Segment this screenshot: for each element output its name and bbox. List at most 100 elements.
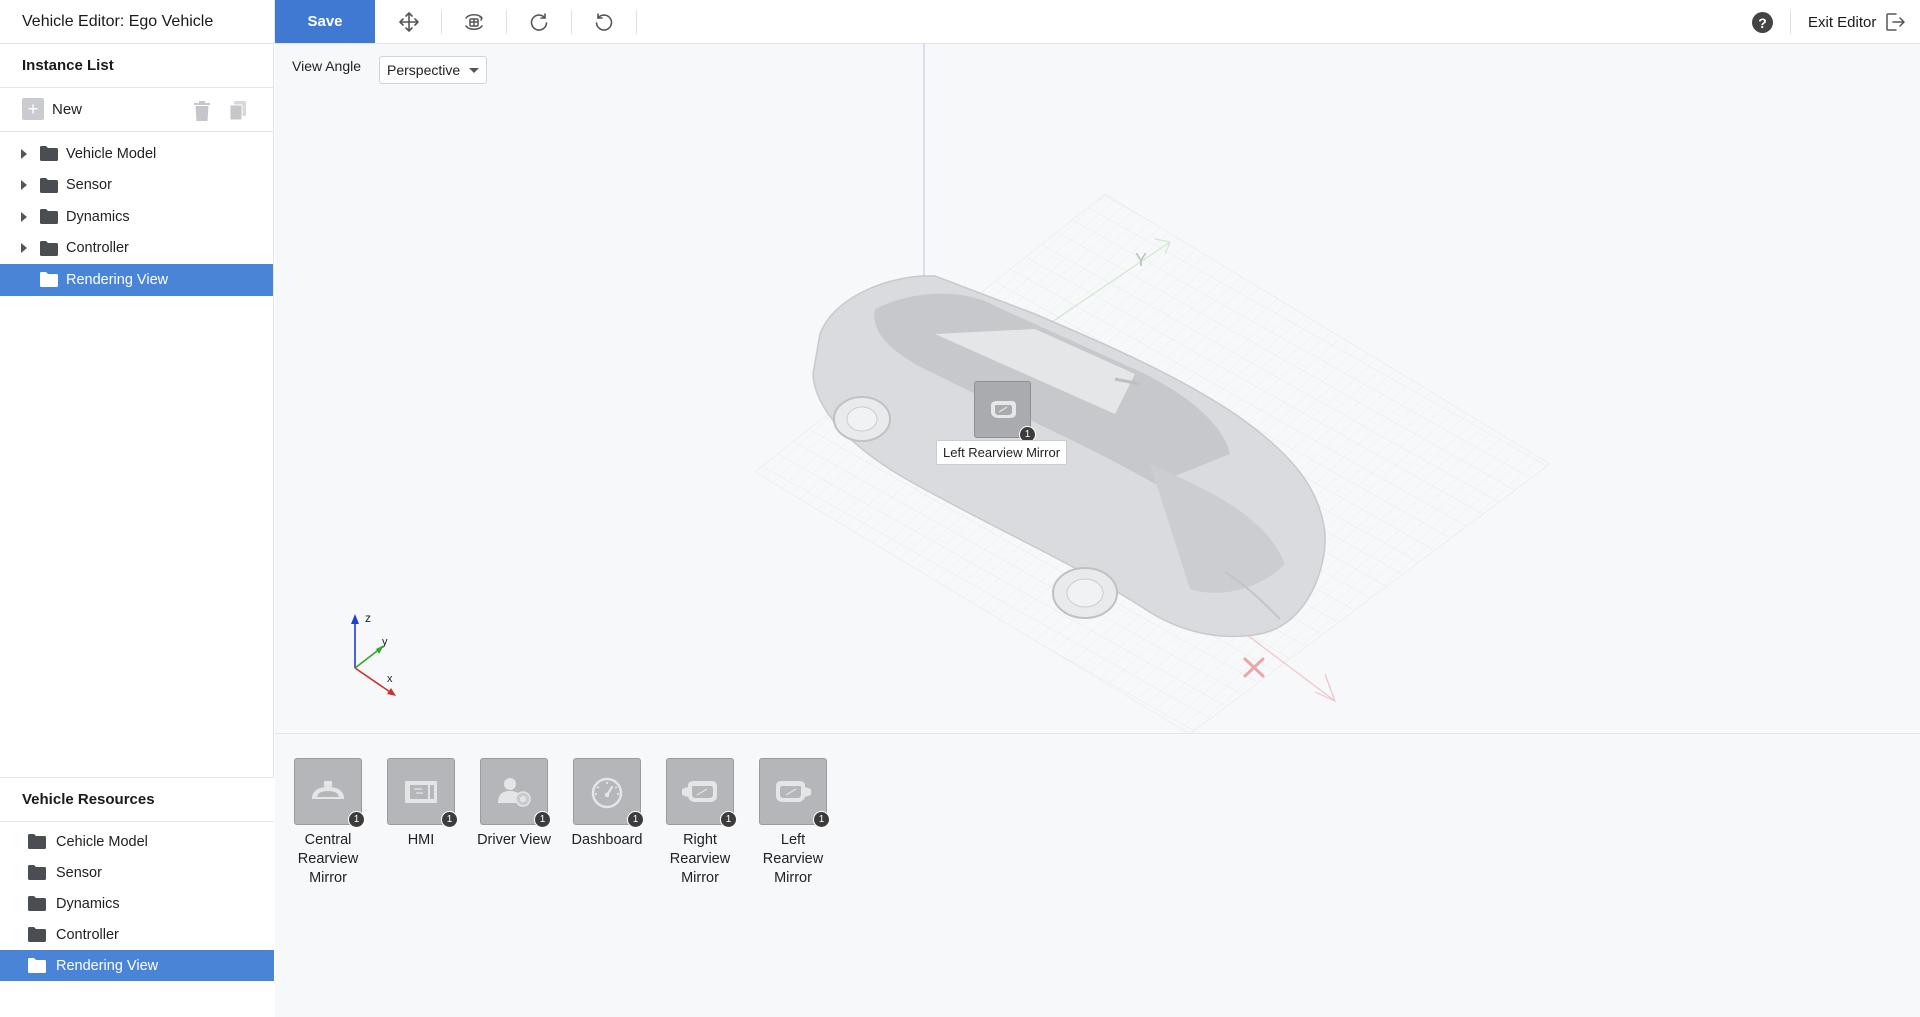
- resource-item-controller[interactable]: Controller: [0, 919, 274, 950]
- instance-count-badge: 1: [627, 811, 644, 828]
- move-tool-button[interactable]: [393, 7, 425, 37]
- new-label: New: [52, 100, 83, 118]
- resource-category-list: Cehicle Model Sensor Dynamics Controller…: [0, 822, 274, 981]
- resource-tile-driver-view[interactable]: 1 Driver View: [474, 758, 554, 850]
- tree-item-label: Controller: [66, 240, 129, 257]
- redo-button[interactable]: [523, 7, 555, 37]
- resource-item-vehicle-model[interactable]: Cehicle Model: [0, 826, 274, 857]
- trash-icon[interactable]: [192, 100, 212, 122]
- folder-icon: [40, 272, 58, 288]
- resource-tile-hmi[interactable]: 1 HMI: [381, 758, 461, 850]
- tree-item-label: Dynamics: [66, 208, 130, 225]
- resource-tile-icon-box: 1: [666, 758, 737, 828]
- resource-tile-label: Right Rearview Mirror: [669, 832, 731, 886]
- rotate-3d-icon: [465, 14, 483, 30]
- top-toolbar: Vehicle Editor: Ego Vehicle Save ? Exit …: [0, 0, 1920, 44]
- resource-tile-label: HMI: [407, 832, 435, 848]
- instance-count-badge: 1: [813, 811, 830, 828]
- exit-editor-button[interactable]: Exit Editor: [1808, 0, 1906, 44]
- redo-icon: [530, 13, 548, 31]
- resource-tile-right-rearview-mirror[interactable]: 1 Right Rearview Mirror: [660, 758, 740, 888]
- exit-icon: [1886, 13, 1906, 31]
- caret-right-icon[interactable]: [20, 148, 34, 159]
- resource-item-label: Cehicle Model: [56, 833, 148, 850]
- folder-icon: [28, 834, 46, 849]
- dashboard-icon: [591, 777, 623, 808]
- 3d-viewport[interactable]: Y z y x View Angle Perspective 1 Left Re…: [275, 44, 1920, 733]
- new-button[interactable]: + New: [22, 98, 82, 120]
- caret-right-icon[interactable]: [20, 180, 34, 191]
- divider: [571, 10, 572, 34]
- resource-item-label: Rendering View: [56, 957, 159, 974]
- left-mirror-icon: [776, 780, 811, 802]
- resource-item-dynamics[interactable]: Dynamics: [0, 888, 274, 919]
- folder-icon: [28, 865, 46, 880]
- help-icon[interactable]: ?: [1752, 12, 1773, 33]
- tree-item-dynamics[interactable]: Dynamics: [0, 201, 273, 233]
- plus-icon: +: [22, 98, 44, 120]
- vehicle-resources-title: Vehicle Resources: [0, 778, 274, 822]
- save-button[interactable]: Save: [275, 0, 375, 43]
- tree-item-controller[interactable]: Controller: [0, 233, 273, 265]
- folder-icon: [40, 209, 58, 225]
- resource-tile-label: Dashboard: [571, 832, 643, 848]
- divider: [636, 10, 637, 34]
- resource-tile-icon-box: 1: [573, 758, 644, 828]
- undo-button[interactable]: [588, 7, 620, 37]
- resource-tile-icon-box: 1: [387, 758, 458, 828]
- folder-icon: [40, 177, 58, 193]
- left-panel: Instance List + New Vehicle Model Sensor: [0, 44, 274, 1017]
- hmi-icon: [405, 780, 437, 803]
- instance-tree: Vehicle Model Sensor Dynamics Controller…: [0, 132, 273, 296]
- scene-canvas[interactable]: Y z y x: [275, 44, 1920, 733]
- resource-tile-left-rearview-mirror[interactable]: 1 Left Rearview Mirror: [753, 758, 833, 888]
- caret-right-icon[interactable]: [20, 243, 34, 254]
- folder-icon: [28, 896, 46, 911]
- copy-icon[interactable]: [228, 100, 248, 122]
- view-angle-label: View Angle: [292, 58, 362, 74]
- instance-count-badge: 1: [720, 811, 737, 828]
- resource-item-rendering-view[interactable]: Rendering View: [0, 950, 274, 981]
- vehicle-resources-panel: Vehicle Resources Cehicle Model Sensor D…: [0, 777, 274, 1017]
- resource-tile-icon-box: 1: [480, 758, 551, 828]
- resource-item-label: Controller: [56, 926, 119, 943]
- tree-item-label: Sensor: [66, 177, 112, 194]
- caret-right-icon[interactable]: [20, 211, 34, 222]
- rotate-3d-tool-button[interactable]: [458, 7, 490, 37]
- right-mirror-icon: [682, 780, 717, 802]
- tree-item-label: Vehicle Model: [66, 145, 157, 162]
- resource-item-label: Dynamics: [56, 895, 120, 912]
- tree-item-sensor[interactable]: Sensor: [0, 170, 273, 202]
- resource-tile-label: Driver View: [477, 832, 551, 848]
- resource-tile-icon-box: 1: [294, 758, 365, 828]
- folder-icon: [28, 958, 46, 973]
- tree-item-rendering-view[interactable]: Rendering View: [0, 264, 273, 296]
- left-rearview-mirror-marker[interactable]: 1: [974, 381, 1036, 443]
- y-axis-label: Y: [1135, 250, 1147, 270]
- driver-view-icon: [498, 777, 531, 807]
- central-mirror-icon: [312, 780, 344, 799]
- undo-icon: [595, 13, 613, 31]
- resource-item-label: Sensor: [56, 864, 102, 881]
- chevron-down-icon: [469, 68, 479, 73]
- divider: [441, 10, 442, 34]
- divider: [506, 10, 507, 34]
- marker-tooltip: Left Rearview Mirror: [936, 440, 1068, 465]
- folder-icon: [40, 146, 58, 162]
- resource-tile-dashboard[interactable]: 1 Dashboard: [567, 758, 647, 850]
- resource-tile-label: Central Rearview Mirror: [297, 832, 359, 886]
- gizmo-z-label: z: [365, 611, 371, 625]
- tree-item-label: Rendering View: [66, 271, 169, 288]
- instance-count-badge: 1: [534, 811, 551, 828]
- side-mirror-icon: [990, 400, 1016, 418]
- view-angle-dropdown[interactable]: Perspective: [379, 56, 487, 84]
- gizmo-x-label: x: [387, 673, 393, 685]
- tree-item-vehicle-model[interactable]: Vehicle Model: [0, 138, 273, 170]
- axis-gizmo: z y x: [351, 611, 396, 696]
- resource-tile-icon-box: 1: [759, 758, 830, 828]
- divider: [1790, 10, 1791, 34]
- resource-tile-central-rearview-mirror[interactable]: 1 Central Rearview Mirror: [288, 758, 368, 888]
- folder-icon: [28, 927, 46, 942]
- resource-item-sensor[interactable]: Sensor: [0, 857, 274, 888]
- resource-tray: 1 Central Rearview Mirror 1 HMI 1 Driver…: [275, 733, 1920, 1017]
